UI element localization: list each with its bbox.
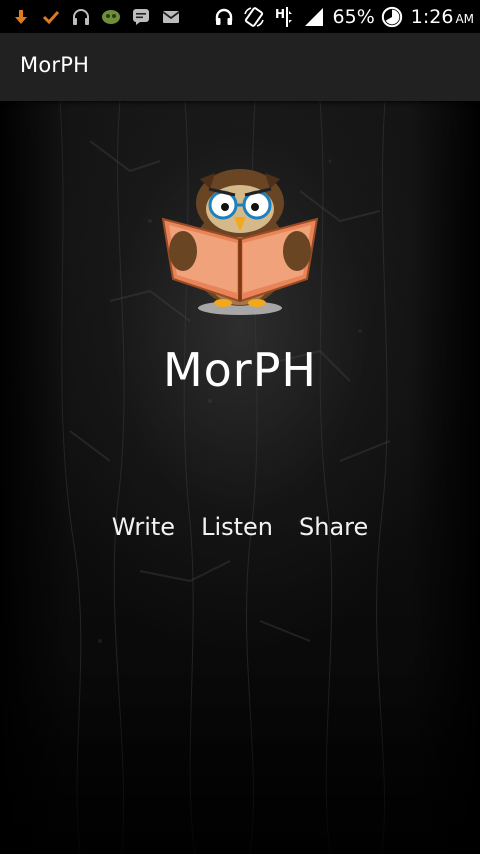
rotate-icon [243, 7, 265, 27]
check-icon [40, 7, 62, 27]
clock-ampm: AM [455, 12, 474, 26]
app-screen: H 65% 1:26 AM MorPH MorPH Write Listen S… [0, 0, 480, 854]
notification-icons [10, 6, 190, 28]
system-status: H 65% 1:26 AM [213, 4, 474, 30]
share-button[interactable]: Share [299, 513, 368, 541]
main-content: MorPH Write Listen Share [0, 101, 480, 854]
headphones-icon [70, 7, 92, 27]
action-bar-title: MorPH [20, 53, 90, 77]
main-menu: Write Listen Share [0, 513, 480, 541]
headset-icon [213, 7, 235, 27]
status-bar: H 65% 1:26 AM [0, 0, 480, 33]
action-bar: MorPH [0, 33, 480, 101]
game-icon [100, 7, 122, 27]
gmail-icon [160, 7, 182, 27]
download-icon [10, 7, 32, 27]
signal-icon [303, 7, 325, 27]
messenger-icon [130, 7, 152, 27]
write-button[interactable]: Write [112, 513, 175, 541]
battery-percent: 65% [332, 6, 375, 28]
app-name-heading: MorPH [162, 343, 318, 397]
owl-reading-book-icon [161, 169, 319, 315]
svg-text:H: H [275, 7, 285, 21]
battery-icon [381, 6, 403, 28]
network-h-icon: H [273, 7, 295, 27]
listen-button[interactable]: Listen [201, 513, 273, 541]
clock-time: 1:26 [410, 6, 454, 28]
